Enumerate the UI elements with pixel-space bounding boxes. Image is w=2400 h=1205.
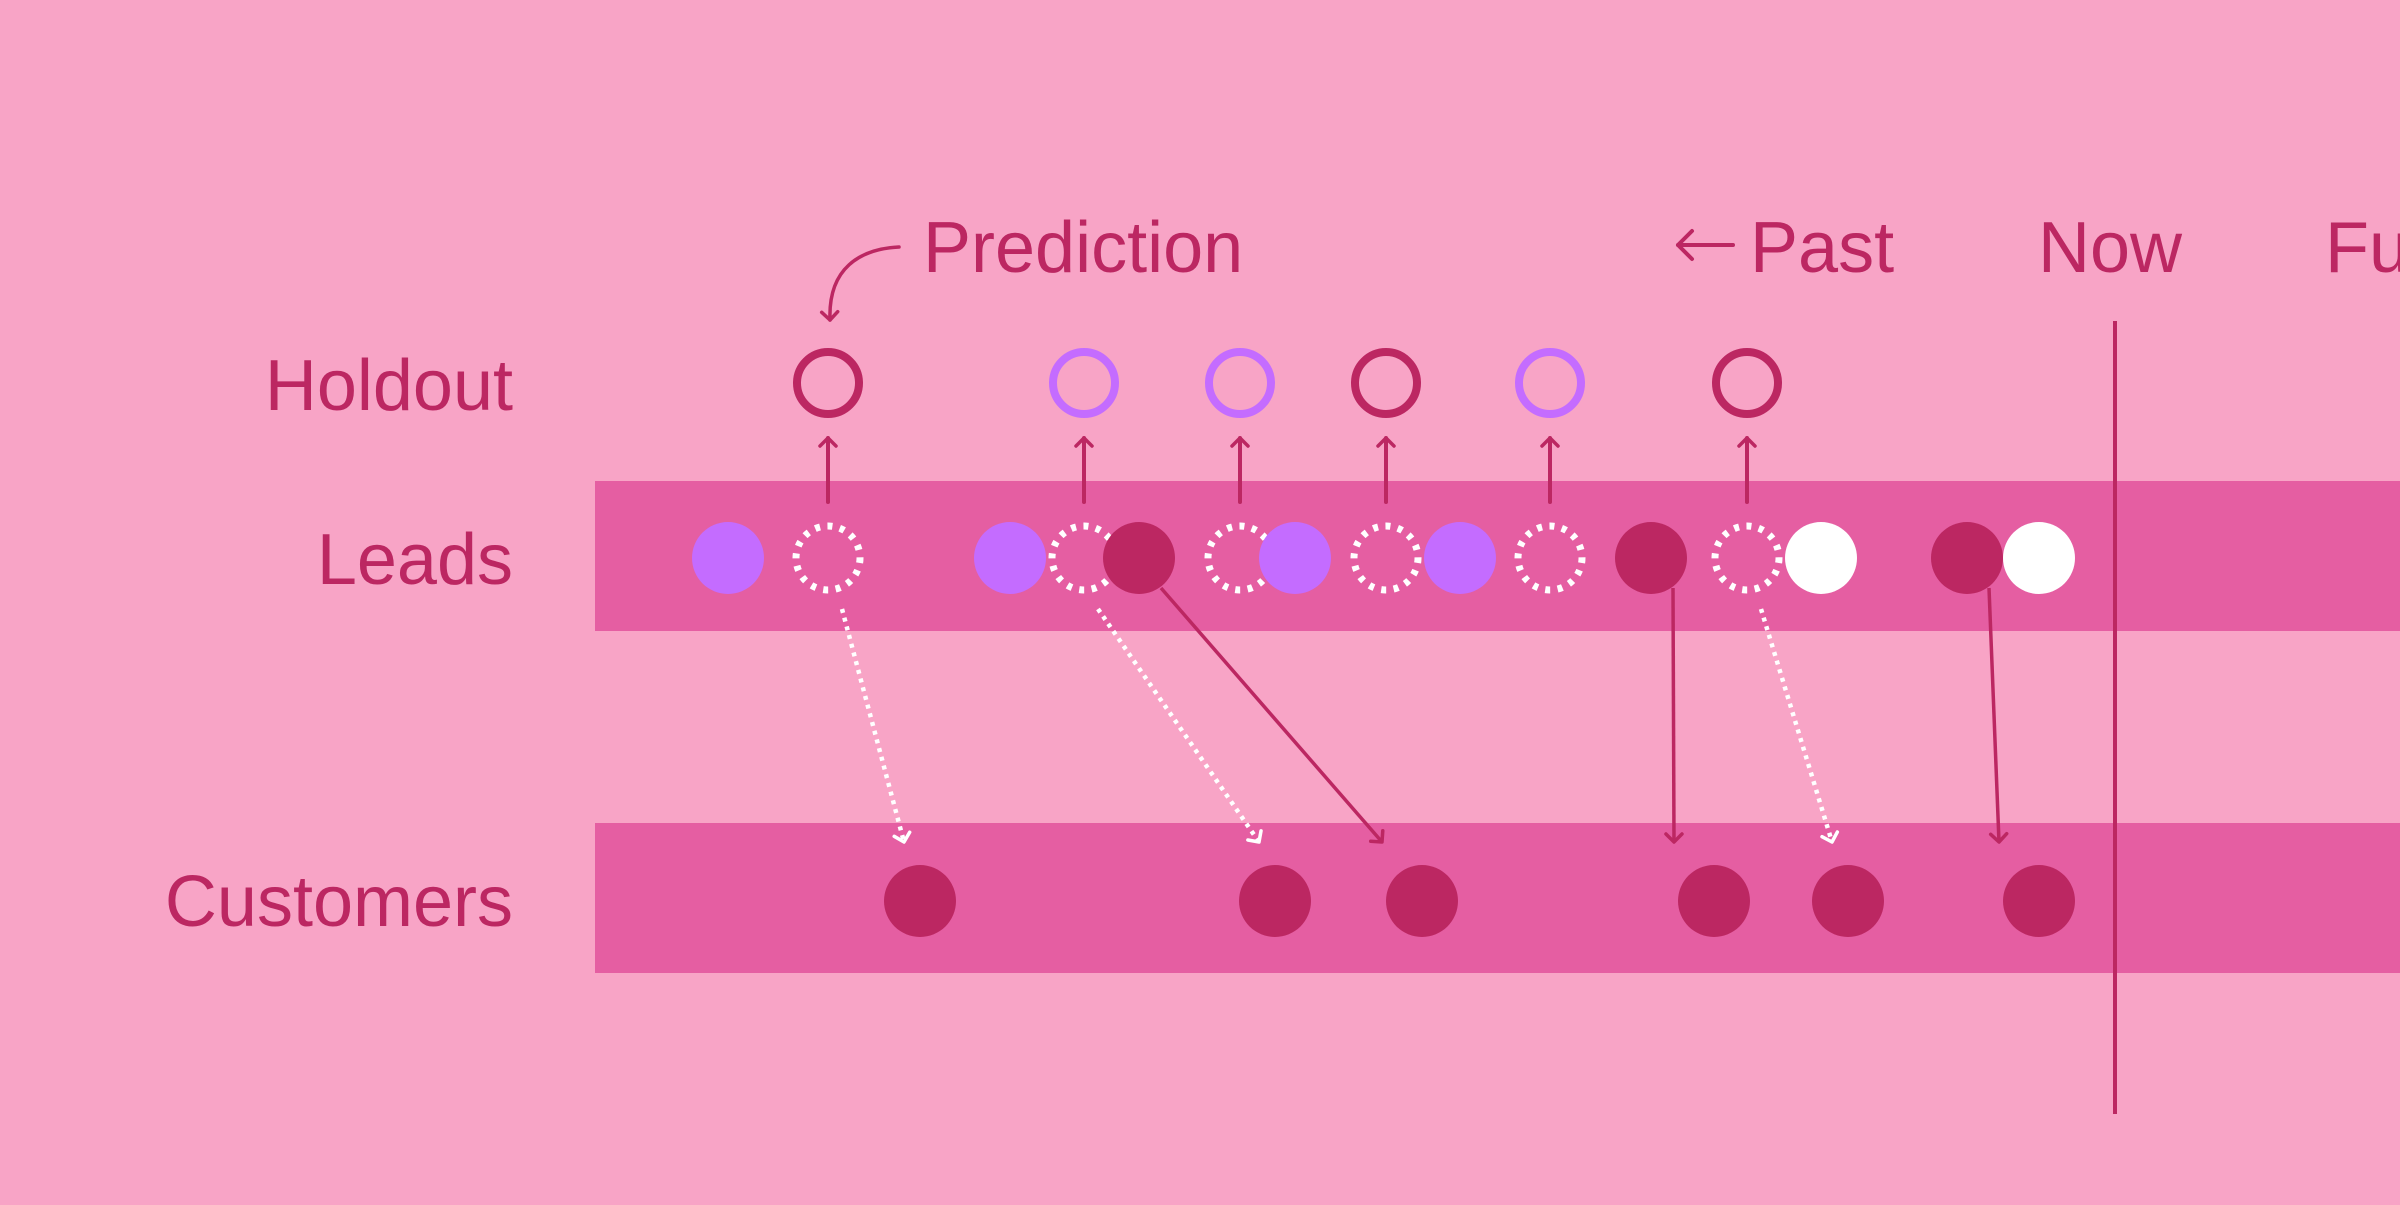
leads-band: [595, 481, 2400, 631]
customer-dot: [2003, 865, 2075, 937]
lead-dot-dark: [1931, 522, 2003, 594]
customer-dot: [1812, 865, 1884, 937]
past-label: Past: [1750, 208, 1894, 288]
now-label: Now: [2038, 208, 2183, 288]
customer-dot: [1239, 865, 1311, 937]
row-label-holdout: Holdout: [265, 346, 513, 426]
lead-dot-dark: [1615, 522, 1687, 594]
conversion-arrow: [1664, 587, 1684, 844]
lead-dot-white: [1785, 522, 1857, 594]
lead-dot-purple: [1259, 522, 1331, 594]
lead-dot-white: [2003, 522, 2075, 594]
row-label-customers: Customers: [165, 862, 513, 942]
lead-dot-dark: [1103, 522, 1175, 594]
prediction-label: Prediction: [923, 208, 1243, 288]
customer-dot: [1678, 865, 1750, 937]
diagram-canvas: Holdout Leads Customers Prediction Past …: [0, 0, 2400, 1200]
row-label-leads: Leads: [317, 520, 513, 600]
customer-dot: [1386, 865, 1458, 937]
lead-dot-purple: [974, 522, 1046, 594]
customers-band: [595, 823, 2400, 973]
customer-dot: [884, 865, 956, 937]
future-label: Future: [2325, 208, 2400, 288]
funnel-diagram: Holdout Leads Customers Prediction Past …: [0, 0, 2400, 1200]
lead-dot-purple: [1424, 522, 1496, 594]
lead-dot-purple: [692, 522, 764, 594]
